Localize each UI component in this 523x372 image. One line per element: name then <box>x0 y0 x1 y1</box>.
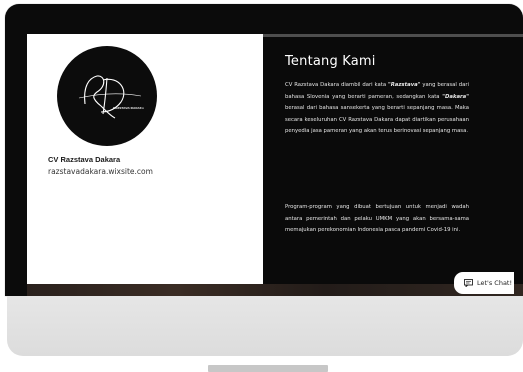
chat-bubble-icon <box>464 279 473 287</box>
company-logo: RAZSTAVA DAKARA <box>57 46 157 146</box>
section-title: Tentang Kami <box>285 54 376 69</box>
about-text: CV Razstava Dakara diambil dari kata <box>285 82 388 88</box>
about-text: berasal dari bahasa sansekerta yang bera… <box>285 105 469 135</box>
chat-label: Let's Chat! <box>477 279 513 287</box>
profile-card: RAZSTAVA DAKARA CV Razstava Dakara razst… <box>27 34 263 284</box>
monitor-chin <box>7 296 523 356</box>
logo-wordmark: RAZSTAVA DAKARA <box>113 106 145 110</box>
company-website-link[interactable]: razstavadakara.wixsite.com <box>48 167 153 176</box>
website-screen: RAZSTAVA DAKARA CV Razstava Dakara razst… <box>27 34 523 296</box>
about-paragraph-1: CV Razstava Dakara diambil dari kata "Ra… <box>285 80 469 138</box>
footer-image-strip <box>27 284 523 296</box>
lets-chat-button[interactable]: Let's Chat! <box>454 272 514 294</box>
monitor-stand <box>208 365 328 372</box>
company-name: CV Razstava Dakara <box>48 155 121 164</box>
about-paragraph-2: Program-program yang dibuat bertujuan un… <box>285 204 469 234</box>
about-emphasis-dakara: "Dakara" <box>442 93 469 100</box>
about-emphasis-razstava: "Razstava" <box>387 82 421 88</box>
